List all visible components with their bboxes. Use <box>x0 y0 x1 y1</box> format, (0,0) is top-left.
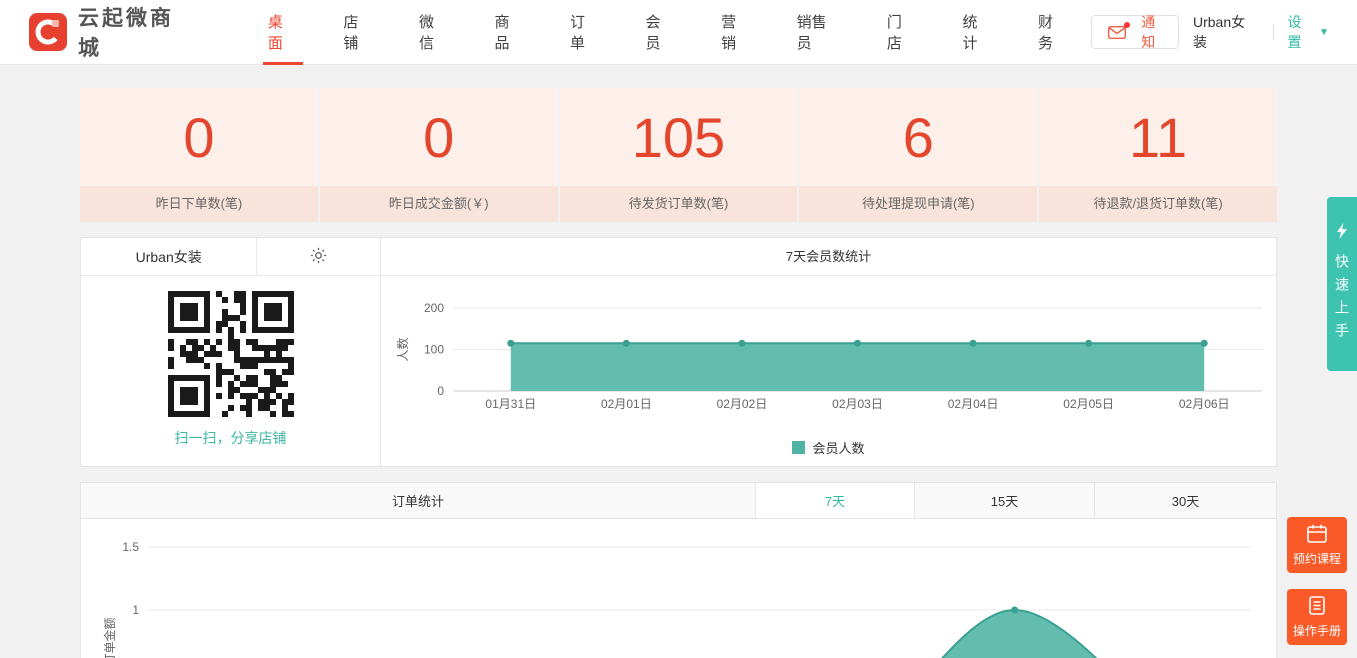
order-panel-header: 订单统计 7天15天30天 <box>81 483 1276 519</box>
svg-text:订单金额: 订单金额 <box>102 617 117 658</box>
legend-swatch <box>792 441 805 454</box>
settings-label: 设置 <box>1287 12 1315 52</box>
stat-card-1[interactable]: 0昨日成交金额(￥) <box>320 88 558 222</box>
stat-card-3[interactable]: 6待处理提现申请(笔) <box>799 88 1037 222</box>
order-stats-chart: 00.511.501月31日02月01日02月02日02月03日02月04日02… <box>81 519 1278 658</box>
main-nav: 桌面店铺微信商品订单会员营销销售员门店统计财务 <box>245 0 1091 65</box>
brand-name: 云起微商城 <box>78 2 197 62</box>
svg-text:02月06日: 02月06日 <box>1179 397 1230 411</box>
order-tab-0[interactable]: 7天 <box>756 483 915 518</box>
nav-item-4[interactable]: 订单 <box>547 0 623 65</box>
caret-down-icon: ▼ <box>1319 27 1329 38</box>
svg-text:1: 1 <box>132 603 139 617</box>
mail-icon <box>1108 26 1126 39</box>
calendar-icon <box>1307 524 1327 546</box>
divider <box>1273 24 1274 40</box>
shop-settings-button[interactable] <box>257 238 380 275</box>
stat-card-4[interactable]: 11待退款/退货订单数(笔) <box>1039 88 1277 222</box>
notification-button[interactable]: 通知 <box>1091 15 1179 49</box>
nav-item-6[interactable]: 营销 <box>698 0 774 65</box>
gear-icon <box>309 246 328 268</box>
order-tab-2[interactable]: 30天 <box>1095 483 1276 518</box>
manual-label: 操作手册 <box>1293 622 1341 639</box>
svg-text:100: 100 <box>424 343 444 357</box>
book-course-button[interactable]: 预约课程 <box>1287 517 1347 573</box>
stat-value: 6 <box>799 88 1037 186</box>
book-course-label: 预约课程 <box>1293 550 1341 567</box>
nav-item-3[interactable]: 商品 <box>471 0 547 65</box>
nav-item-9[interactable]: 统计 <box>939 0 1015 65</box>
stat-value: 105 <box>560 88 798 186</box>
stats-row: 0昨日下单数(笔)0昨日成交金额(￥)105待发货订单数(笔)6待处理提现申请(… <box>80 88 1277 222</box>
stat-card-0[interactable]: 0昨日下单数(笔) <box>80 88 318 222</box>
svg-text:02月01日: 02月01日 <box>601 397 652 411</box>
svg-text:200: 200 <box>424 301 444 315</box>
topbar: 云起微商城 桌面店铺微信商品订单会员营销销售员门店统计财务 通知 Urban女装… <box>0 0 1357 65</box>
shop-share-card: Urban女装 扫一扫，分享店铺 <box>81 238 381 466</box>
order-range-tabs: 7天15天30天 <box>756 483 1276 518</box>
order-tab-1[interactable]: 15天 <box>915 483 1095 518</box>
brand-logo-icon <box>28 12 68 52</box>
qr-code <box>81 291 380 417</box>
stat-value: 11 <box>1039 88 1277 186</box>
nav-item-2[interactable]: 微信 <box>396 0 472 65</box>
manual-button[interactable]: 操作手册 <box>1287 589 1347 645</box>
nav-item-5[interactable]: 会员 <box>623 0 699 65</box>
member-chart-title: 7天会员数统计 <box>381 238 1276 276</box>
svg-text:人数: 人数 <box>395 337 410 361</box>
order-panel-title: 订单统计 <box>81 483 756 518</box>
svg-text:02月05日: 02月05日 <box>1063 397 1114 411</box>
quick-start-button[interactable]: 快速上手 <box>1327 197 1357 371</box>
bolt-icon <box>1336 223 1348 244</box>
svg-text:01月31日: 01月31日 <box>485 397 536 411</box>
quick-start-label: 快速上手 <box>1332 254 1352 346</box>
stat-label: 昨日下单数(笔) <box>80 186 318 222</box>
settings-link[interactable]: 设置 ▼ <box>1287 12 1329 52</box>
order-panel: 订单统计 7天15天30天 00.511.501月31日02月01日02月02日… <box>80 482 1277 658</box>
notify-label: 通知 <box>1135 12 1162 52</box>
stat-label: 待退款/退货订单数(笔) <box>1039 186 1277 222</box>
nav-item-10[interactable]: 财务 <box>1015 0 1091 65</box>
document-icon <box>1309 596 1325 618</box>
stat-label: 待处理提现申请(笔) <box>799 186 1037 222</box>
svg-text:02月04日: 02月04日 <box>948 397 999 411</box>
stat-card-2[interactable]: 105待发货订单数(笔) <box>560 88 798 222</box>
svg-text:0: 0 <box>437 384 444 398</box>
chart-legend: 会员人数 <box>381 438 1276 457</box>
share-shop-text: 扫一扫，分享店铺 <box>81 428 380 448</box>
stat-label: 昨日成交金额(￥) <box>320 186 558 222</box>
member-chart-card: 7天会员数统计 010020001月31日02月01日02月02日02月03日0… <box>381 238 1276 466</box>
topbar-right: 通知 Urban女装 设置 ▼ <box>1091 12 1329 52</box>
stat-label: 待发货订单数(笔) <box>560 186 798 222</box>
svg-text:1.5: 1.5 <box>122 540 139 554</box>
nav-item-8[interactable]: 门店 <box>864 0 940 65</box>
stat-value: 0 <box>320 88 558 186</box>
svg-text:02月02日: 02月02日 <box>717 397 768 411</box>
nav-item-7[interactable]: 销售员 <box>774 0 864 65</box>
notification-dot <box>1124 22 1130 28</box>
svg-text:02月03日: 02月03日 <box>832 397 883 411</box>
brand: 云起微商城 <box>28 2 197 62</box>
member-panel: Urban女装 扫一扫，分享店铺 7天会员数统计 0 100 200 01月31日 02… <box>80 237 1277 467</box>
nav-item-1[interactable]: 店铺 <box>320 0 396 65</box>
member-count-chart: 0 100 200 01月31日 02月01日 02月02日 02月03日 02月04日 02月… <box>381 280 1277 430</box>
nav-item-0[interactable]: 桌面 <box>245 0 321 65</box>
current-shop-name: Urban女装 <box>1193 12 1259 52</box>
shop-name-cell: Urban女装 <box>81 238 257 275</box>
main-content: 0昨日下单数(笔)0昨日成交金额(￥)105待发货订单数(笔)6待处理提现申请(… <box>0 88 1357 658</box>
legend-label: 会员人数 <box>812 438 864 457</box>
stat-value: 0 <box>80 88 318 186</box>
